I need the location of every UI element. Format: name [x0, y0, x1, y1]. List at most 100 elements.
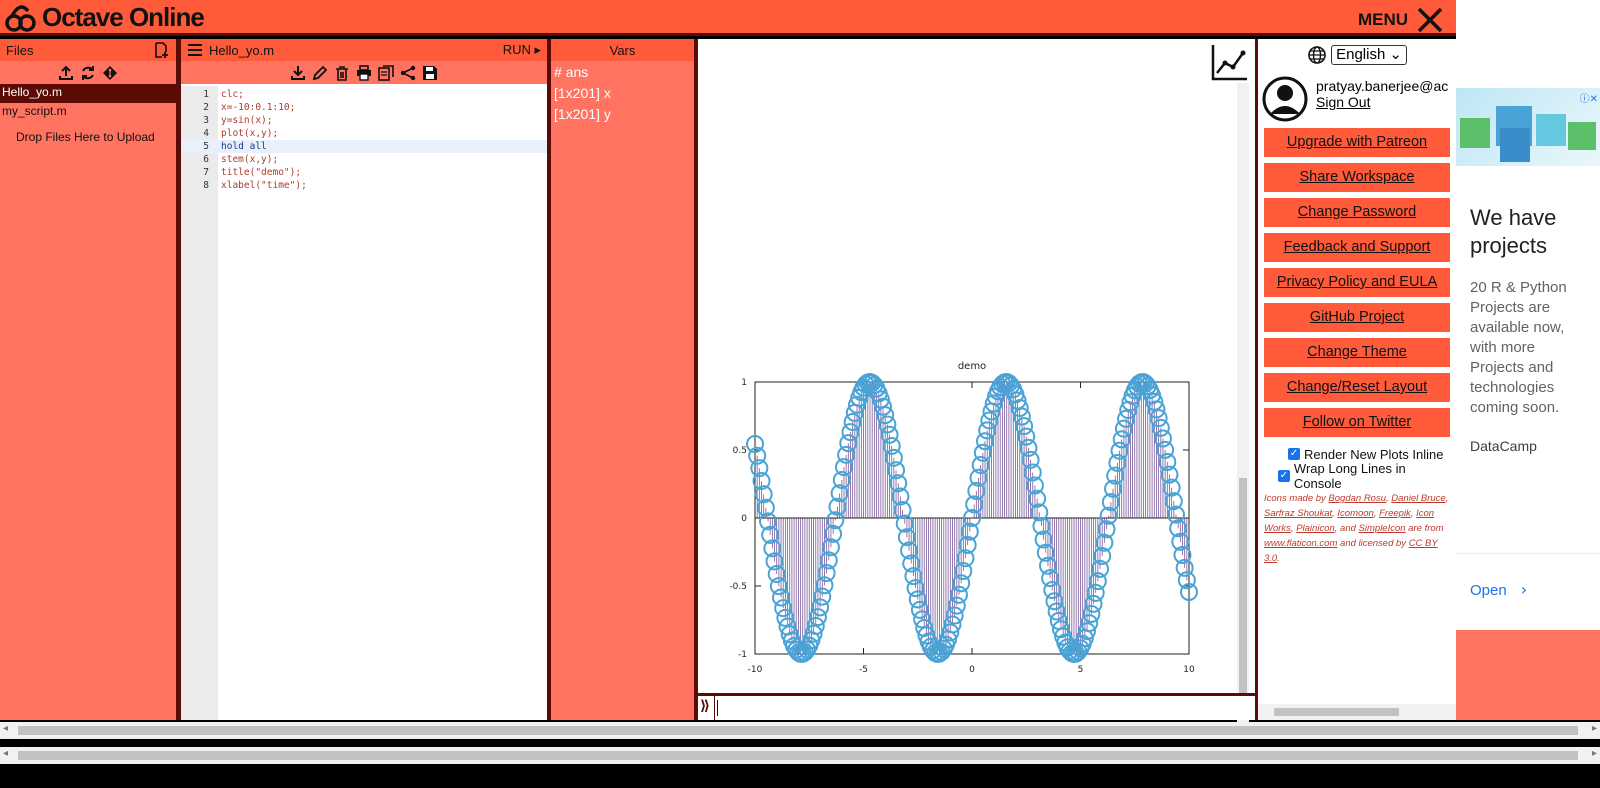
run-button[interactable]: RUN ▸ [503, 42, 541, 58]
scrollbar-thumb[interactable] [18, 751, 1578, 760]
credit-link[interactable]: Icomoon [1337, 508, 1373, 519]
plot-toggle-icon[interactable] [1211, 43, 1249, 81]
settings-button[interactable]: Change Theme [1264, 338, 1450, 367]
window-hscrollbar[interactable]: ◂ ▸ [0, 747, 1600, 764]
settings-button[interactable]: Follow on Twitter [1264, 408, 1450, 437]
credits-text: . [1277, 553, 1280, 564]
credit-link[interactable]: Bogdan Rosu [1328, 493, 1386, 504]
code-line[interactable]: 4 plot(x,y); [181, 127, 547, 140]
scroll-left-icon[interactable]: ◂ [3, 748, 8, 759]
code-line[interactable]: 2 x=-10:0.1:10; [181, 101, 547, 114]
line-code: x=-10:0.1:10; [221, 102, 296, 113]
credit-link[interactable]: Plainicon [1296, 523, 1335, 534]
plot-axes: -10 -5 0 5 10 1 0.5 0 -0.5 -1 [729, 378, 1195, 675]
x-tick-label: 5 [1078, 665, 1084, 675]
scrollbar-thumb[interactable] [1274, 708, 1399, 716]
settings-button[interactable]: Upgrade with Patreon [1264, 128, 1450, 157]
settings-button[interactable]: Share Workspace [1264, 163, 1450, 192]
var-item[interactable]: [1x201] y [551, 105, 694, 126]
ad-cta[interactable]: Open [1456, 582, 1521, 599]
code-line[interactable]: 7 title("demo"); [181, 166, 547, 179]
credits-text: and licensed by [1337, 538, 1409, 549]
git-icon[interactable] [102, 65, 118, 81]
scroll-left-icon[interactable]: ◂ [3, 723, 8, 734]
pencil-icon[interactable] [312, 65, 328, 81]
sign-out-link[interactable]: Sign Out [1316, 94, 1370, 110]
checkbox-row[interactable]: ✓ Wrap Long Lines in Console [1258, 461, 1456, 491]
scrollbar-thumb[interactable] [18, 726, 1578, 735]
print-icon[interactable] [356, 64, 372, 81]
x-tick-label: 0 [969, 665, 975, 675]
credit-link[interactable]: Daniel Bruce [1391, 493, 1445, 504]
scroll-right-icon[interactable]: ▸ [1592, 723, 1597, 734]
plot-scrollbar[interactable] [1237, 83, 1249, 723]
var-item[interactable]: # ans [551, 63, 694, 84]
line-number: 4 [203, 128, 209, 139]
credit-link[interactable]: SimpleIcon [1359, 523, 1406, 534]
text-cursor [717, 700, 718, 716]
scroll-right-icon[interactable]: ▸ [1592, 748, 1597, 759]
new-file-icon[interactable] [153, 42, 170, 59]
code-line[interactable]: 3 y=sin(x); [181, 114, 547, 127]
user-email: pratyay.banerjee@ac [1316, 79, 1449, 94]
settings-buttons: Upgrade with Patreon Share Workspace Chang… [1258, 128, 1456, 437]
download-icon[interactable] [290, 65, 306, 81]
line-code: plot(x,y); [221, 128, 279, 139]
page-hscrollbar[interactable]: ◂ ▸ [0, 722, 1600, 739]
file-item[interactable]: my_script.m [0, 103, 176, 122]
vars-header: Vars [551, 39, 694, 61]
trash-icon[interactable] [334, 65, 350, 81]
ad-info-icon[interactable]: ⓘ✕ [1580, 90, 1598, 105]
checkbox-label: Wrap Long Lines in Console [1293, 461, 1406, 491]
ad-title: We have projects [1470, 205, 1557, 258]
line-code: clc; [221, 89, 244, 100]
refresh-icon[interactable] [80, 65, 96, 81]
file-item[interactable]: Hello_yo.m [0, 84, 176, 103]
checkbox-icon[interactable]: ✓ [1288, 448, 1300, 460]
y-tick-label: 0 [741, 514, 747, 524]
ad-illustration [1460, 106, 1596, 162]
upload-icon[interactable] [58, 65, 74, 81]
logo[interactable]: Octave Online [4, 2, 205, 33]
icon-credits: Icons made by Bogdan Rosu, Daniel Bruce,… [1264, 493, 1449, 564]
checkbox-label: Render New Plots Inline [1304, 446, 1444, 462]
settings-button[interactable]: Feedback and Support [1264, 233, 1450, 262]
hamburger-icon[interactable] [187, 43, 203, 57]
ad-panel[interactable]: ⓘ✕ We have projects 20 R & Python Projec… [1456, 0, 1600, 630]
settings-hscrollbar[interactable] [1258, 704, 1456, 720]
scrollbar-thumb[interactable] [1239, 478, 1247, 718]
menu-button[interactable]: MENU [1358, 6, 1444, 34]
command-input[interactable] [714, 696, 1253, 720]
editor-toolbar [181, 61, 547, 84]
prompt-icon: ⟫ [700, 698, 711, 714]
var-item[interactable]: [1x201] x [551, 84, 694, 105]
language-select[interactable]: English ⌄ [1331, 44, 1407, 65]
save-icon[interactable] [422, 65, 438, 81]
code-editor[interactable]: 1 clc; 2 x=-10:0.1:10; 3 y=sin(x); 4 plot(x,y);… [181, 86, 547, 720]
settings-button[interactable]: GitHub Project [1264, 303, 1450, 332]
settings-button[interactable]: Privacy Policy and EULA [1264, 268, 1450, 297]
code-line[interactable]: 6 stem(x,y); [181, 153, 547, 166]
code-line[interactable]: 5 hold all [181, 140, 547, 153]
credit-link[interactable]: Freepik [1379, 508, 1411, 519]
settings-button[interactable]: Change/Reset Layout [1264, 373, 1450, 402]
line-number: 3 [203, 115, 209, 126]
ad-gap [1456, 630, 1600, 720]
ad-body: 20 R & Python Projects are available now… [1470, 279, 1567, 416]
code-line[interactable]: 8 xlabel("time"); [181, 179, 547, 192]
user-row: pratyay.banerjee@ac Sign Out [1258, 70, 1456, 128]
drop-zone[interactable]: Drop Files Here to Upload [0, 122, 176, 144]
octave-logo-icon [5, 4, 36, 32]
settings-button[interactable]: Change Password [1264, 198, 1450, 227]
menu-label: MENU [1357, 10, 1408, 29]
code-line[interactable]: 1 clc; [181, 88, 547, 101]
credit-link[interactable]: Sarfraz Shoukat [1264, 508, 1332, 519]
credits-text: Icons made by [1264, 493, 1329, 504]
copy-icon[interactable] [378, 64, 394, 81]
share-icon[interactable] [400, 65, 416, 81]
ad-cta-row[interactable]: Open › [1456, 553, 1600, 599]
checkbox-icon[interactable]: ✓ [1278, 470, 1290, 482]
line-number: 6 [203, 154, 209, 165]
ad-image: ⓘ✕ [1456, 88, 1600, 166]
credit-link[interactable]: www.flaticon.com [1264, 538, 1337, 549]
